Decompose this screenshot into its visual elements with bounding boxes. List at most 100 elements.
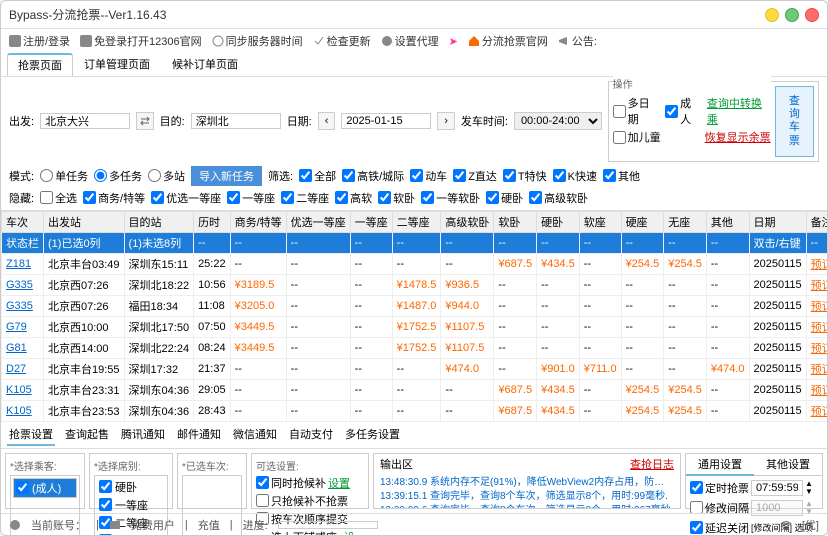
hide-selectall-checkbox[interactable]: 全选: [40, 190, 77, 206]
main-tab[interactable]: 订单管理页面: [73, 53, 161, 76]
child-checkbox[interactable]: 加儿童: [613, 129, 661, 145]
date-input[interactable]: [341, 113, 431, 129]
table-header[interactable]: 目的站: [124, 211, 194, 232]
setting-tab[interactable]: 查询起售: [63, 424, 111, 446]
table-row[interactable]: G79北京西10:00深圳北17:5007:50¥3449.5----¥1752…: [2, 316, 828, 337]
table-header[interactable]: 软卧: [494, 211, 537, 232]
import-task-button[interactable]: 导入新任务: [191, 166, 262, 186]
hide-first-checkbox[interactable]: 一等座: [227, 190, 275, 206]
table-header[interactable]: 日期: [749, 211, 806, 232]
mode-single-radio[interactable]: 单任务: [40, 168, 88, 184]
table-header[interactable]: 出发站: [44, 211, 125, 232]
timed-input[interactable]: [751, 480, 803, 496]
table-row[interactable]: G335北京西07:26福田18:3411:08¥3205.0----¥1487…: [2, 295, 828, 316]
order-link[interactable]: 预订: [811, 259, 827, 271]
date-prev-button[interactable]: ‹: [318, 112, 336, 130]
adult-checkbox[interactable]: 成人: [665, 95, 701, 127]
train-link[interactable]: G79: [6, 321, 27, 333]
mode-multi-radio[interactable]: 多任务: [94, 168, 142, 184]
mode-multistation-radio[interactable]: 多站: [148, 168, 185, 184]
table-row[interactable]: Z181北京丰台03:49深圳东15:1125:22----------¥687…: [2, 253, 828, 274]
restore-link[interactable]: 恢复显示余票: [705, 129, 771, 145]
order-link[interactable]: 预订: [811, 322, 827, 334]
to-input[interactable]: [191, 113, 281, 129]
order-link[interactable]: 预订: [811, 364, 827, 376]
table-header[interactable]: 硬卧: [537, 211, 580, 232]
setting-tab[interactable]: 腾讯通知: [119, 424, 167, 446]
swap-button[interactable]: [136, 112, 154, 130]
date-next-button[interactable]: ›: [437, 112, 455, 130]
train-link[interactable]: Z181: [6, 258, 31, 270]
open-12306-link[interactable]: 免登录打开12306官网: [80, 33, 202, 49]
filter-z-checkbox[interactable]: Z直达: [453, 168, 497, 184]
train-link[interactable]: G335: [6, 300, 33, 312]
sync-time-link[interactable]: 同步服务器时间: [212, 33, 303, 49]
official-link[interactable]: 分流抢票官网: [468, 33, 548, 49]
order-link[interactable]: 预订: [811, 301, 827, 313]
opt-houbu-set-link[interactable]: 设置: [328, 475, 350, 491]
output-body[interactable]: 13:48:30.9 系统内存不足(91%)，降低WebView2内存占用，防止…: [374, 474, 680, 508]
hide-gsoft-checkbox[interactable]: 高软: [335, 190, 372, 206]
filter-t-checkbox[interactable]: T特快: [503, 168, 547, 184]
train-link[interactable]: D27: [6, 363, 26, 375]
window-minimize-button[interactable]: [765, 8, 779, 22]
table-header[interactable]: 无座: [664, 211, 707, 232]
proxy-link[interactable]: 设置代理: [381, 33, 439, 49]
spinner-icon[interactable]: ▲▼: [805, 480, 813, 496]
notice-link[interactable]: 公告:: [558, 33, 597, 49]
hide-ysoft-checkbox[interactable]: 一等软卧: [421, 190, 480, 206]
seat-option[interactable]: 硬卧: [97, 478, 165, 496]
hide-asoft-checkbox[interactable]: 高级软卧: [529, 190, 588, 206]
table-header[interactable]: 历时: [194, 211, 231, 232]
table-row[interactable]: G81北京西14:00深圳北22:2408:24¥3449.5----¥1752…: [2, 337, 828, 358]
general-tab-common[interactable]: 通用设置: [686, 454, 754, 476]
multi-date-checkbox[interactable]: 多日期: [613, 95, 659, 127]
transfer-link[interactable]: 查询中转换乘: [707, 95, 771, 127]
table-header[interactable]: 商务/特等: [230, 211, 286, 232]
passenger-item[interactable]: (成人): [13, 478, 77, 498]
check-update-link[interactable]: 检查更新: [313, 33, 371, 49]
filter-gt-checkbox[interactable]: 高铁/城际: [342, 168, 404, 184]
filter-all-checkbox[interactable]: 全部: [299, 168, 336, 184]
order-link[interactable]: 预订: [811, 343, 827, 355]
table-row[interactable]: K105北京丰台23:53深圳东04:3628:43----------¥687…: [2, 400, 828, 421]
table-header[interactable]: 二等座: [392, 211, 441, 232]
status-row[interactable]: 状态栏(1)已选0列(1)未选8列-----------------------…: [2, 232, 828, 253]
order-link[interactable]: 预订: [811, 385, 827, 397]
register-link[interactable]: 注册/登录: [9, 33, 70, 49]
hide-second-checkbox[interactable]: 二等座: [281, 190, 329, 206]
table-header[interactable]: 车次: [2, 211, 44, 232]
filter-other-checkbox[interactable]: 其他: [603, 168, 640, 184]
window-maximize-button[interactable]: [785, 8, 799, 22]
main-tab[interactable]: 抢票页面: [7, 53, 73, 76]
table-header[interactable]: 软座: [579, 211, 621, 232]
setting-tab[interactable]: 抢票设置: [7, 424, 55, 446]
timed-grab-checkbox[interactable]: 定时抢票: [690, 480, 749, 496]
setting-tab[interactable]: 微信通知: [231, 424, 279, 446]
opt-houbu-checkbox[interactable]: 同时抢候补 设置: [256, 475, 364, 491]
general-tab-other[interactable]: 其他设置: [754, 454, 822, 476]
filter-k-checkbox[interactable]: K快速: [553, 168, 597, 184]
table-header[interactable]: 硬座: [621, 211, 664, 232]
departure-time-select[interactable]: 00:00-24:00: [514, 112, 602, 130]
hide-hard-checkbox[interactable]: 硬卧: [486, 190, 523, 206]
main-tab[interactable]: 候补订单页面: [161, 53, 249, 76]
train-link[interactable]: G81: [6, 342, 27, 354]
hide-pri-checkbox[interactable]: 优选一等座: [151, 190, 221, 206]
hide-biz-checkbox[interactable]: 商务/特等: [83, 190, 145, 206]
train-link[interactable]: K105: [6, 405, 32, 417]
table-header[interactable]: 高级软卧: [441, 211, 494, 232]
output-log-link[interactable]: 查抢日志: [630, 456, 674, 472]
setting-tab[interactable]: 多任务设置: [343, 424, 402, 446]
table-header[interactable]: 优选一等座: [286, 211, 350, 232]
table-row[interactable]: K105北京丰台23:31深圳东04:3629:05----------¥687…: [2, 379, 828, 400]
table-header[interactable]: 备注: [806, 211, 827, 232]
seat-option[interactable]: 一等座: [97, 496, 165, 514]
hide-soft-checkbox[interactable]: 软卧: [378, 190, 415, 206]
order-link[interactable]: 预订: [811, 406, 827, 418]
train-link[interactable]: K105: [6, 384, 32, 396]
recharge-link[interactable]: 充值: [198, 517, 220, 533]
order-link[interactable]: 预订: [811, 280, 827, 292]
filter-d-checkbox[interactable]: 动车: [410, 168, 447, 184]
setting-tab[interactable]: 邮件通知: [175, 424, 223, 446]
